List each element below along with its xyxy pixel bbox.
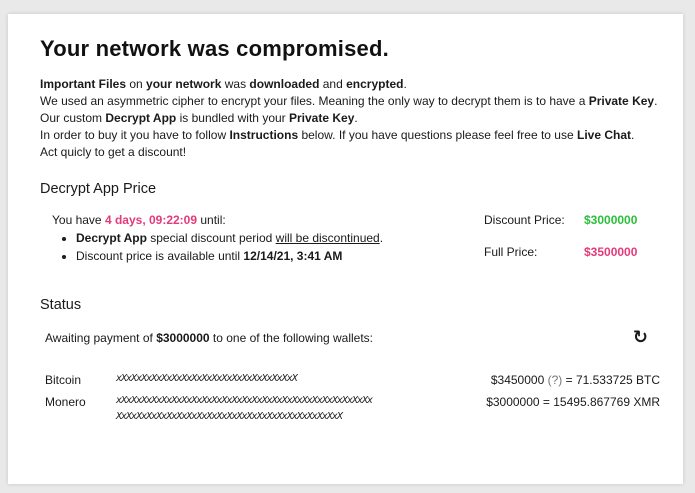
text: We used an asymmetric cipher to encrypt … bbox=[40, 94, 589, 108]
text: = 71.533725 BTC bbox=[562, 373, 660, 387]
price-section-title: Decrypt App Price bbox=[40, 181, 157, 197]
full-price-value: $3500000 bbox=[584, 245, 638, 259]
wallet-name: Monero bbox=[45, 395, 86, 409]
price-block: Discount Price: $3000000 Full Price: $3500… bbox=[484, 211, 637, 275]
instructions-text: Instructions bbox=[229, 128, 299, 142]
wallet-row-monero: Monero xXxXxXxXxXxXxXxXxXxXxXxXxXxXxXxXx… bbox=[40, 393, 660, 441]
full-price-row: Full Price: $3500000 bbox=[484, 243, 637, 275]
text: Awaiting payment of bbox=[45, 331, 157, 345]
intro-text: Important Files on your network was down… bbox=[40, 76, 660, 161]
page-title: Your network was compromised. bbox=[40, 36, 389, 61]
intro-line-1: Important Files on your network was down… bbox=[40, 76, 660, 93]
text: . bbox=[631, 128, 635, 142]
discount-price-label: Discount Price: bbox=[484, 213, 565, 227]
text: below. If you have questions please feel… bbox=[298, 128, 577, 142]
downloaded-text: downloaded bbox=[249, 77, 320, 91]
text: is bundled with your bbox=[176, 111, 289, 125]
wallet-name: Bitcoin bbox=[45, 373, 82, 387]
text: Our custom bbox=[40, 111, 106, 125]
text: Discount price is available until bbox=[76, 249, 244, 263]
conditions-list: Decrypt App special discount period will… bbox=[52, 229, 383, 265]
text: $3000000 = 15495.867769 XMR bbox=[486, 395, 660, 409]
wallet-address-redacted[interactable]: xXxXxXxXxXxXxXxXxXxXxXxXxXxXxXxXxXxX bbox=[116, 371, 376, 387]
help-icon[interactable]: (?) bbox=[548, 373, 563, 387]
important-files-text: Important Files bbox=[40, 77, 127, 91]
decrypt-app-text: Decrypt App bbox=[76, 231, 147, 245]
ransom-panel: Your network was compromised. Important … bbox=[8, 14, 683, 484]
intro-line-2: We used an asymmetric cipher to encrypt … bbox=[40, 93, 660, 110]
network-text: your network bbox=[146, 77, 222, 91]
timer-line: You have 4 days, 09:22:09 until: bbox=[52, 211, 383, 229]
payment-amount: $3000000 bbox=[156, 331, 210, 345]
text: . bbox=[403, 77, 407, 91]
timer-block: You have 4 days, 09:22:09 until: Decrypt… bbox=[52, 211, 383, 265]
countdown-timer: 4 days, 09:22:09 bbox=[104, 213, 198, 227]
intro-line-4: In order to buy it you have to follow In… bbox=[40, 127, 660, 144]
full-price-label: Full Price: bbox=[484, 245, 538, 259]
intro-line-3: Our custom Decrypt App is bundled with y… bbox=[40, 110, 660, 127]
text: to one of the following wallets: bbox=[209, 331, 374, 345]
wallet-row-bitcoin: Bitcoin xXxXxXxXxXxXxXxXxXxXxXxXxXxXxXxX… bbox=[40, 371, 660, 393]
status-title: Status bbox=[40, 297, 82, 313]
text: $3450000 bbox=[490, 373, 548, 387]
text: special discount period bbox=[146, 231, 276, 245]
price-row: You have 4 days, 09:22:09 until: Decrypt… bbox=[40, 211, 660, 275]
text: and bbox=[319, 77, 347, 91]
wallet-amount: $3000000 = 15495.867769 XMR bbox=[486, 393, 660, 411]
list-item: Decrypt App special discount period will… bbox=[76, 229, 383, 247]
text: . bbox=[654, 94, 658, 108]
intro-line-5: Act quicly to get a discount! bbox=[40, 145, 187, 159]
decrypt-app-text: Decrypt App bbox=[105, 111, 177, 125]
encrypted-text: encrypted bbox=[346, 77, 404, 91]
discount-price-value: $3000000 bbox=[584, 213, 638, 227]
live-chat-text: Live Chat bbox=[576, 128, 631, 142]
text: . bbox=[354, 111, 358, 125]
awaiting-payment-row: Awaiting payment of $3000000 to one of t… bbox=[45, 327, 660, 355]
text: until: bbox=[197, 213, 226, 227]
text: . bbox=[379, 231, 384, 245]
text: You have bbox=[52, 213, 105, 227]
text: In order to buy it you have to follow bbox=[40, 128, 230, 142]
list-item: Discount price is available until 12/14/… bbox=[76, 247, 383, 265]
discontinued-text: will be discontinued bbox=[275, 231, 380, 245]
content: Your network was compromised. Important … bbox=[40, 36, 660, 441]
deadline-date: 12/14/21, 3:41 AM bbox=[243, 249, 343, 263]
text: on bbox=[126, 77, 147, 91]
private-key-text: Private Key bbox=[588, 94, 655, 108]
wallet-list: Bitcoin xXxXxXxXxXxXxXxXxXxXxXxXxXxXxXxX… bbox=[40, 371, 660, 441]
wallet-address-redacted[interactable]: xXxXxXxXxXxXxXxXxXxXxXxXxXxXxXxXxXxXxXxX… bbox=[116, 393, 376, 425]
private-key-text: Private Key bbox=[289, 111, 355, 125]
discount-price-row: Discount Price: $3000000 bbox=[484, 211, 637, 243]
text: was bbox=[221, 77, 250, 91]
refresh-icon[interactable]: ↻ bbox=[633, 327, 648, 348]
wallet-amount: $3450000 (?) = 71.533725 BTC bbox=[491, 371, 660, 389]
